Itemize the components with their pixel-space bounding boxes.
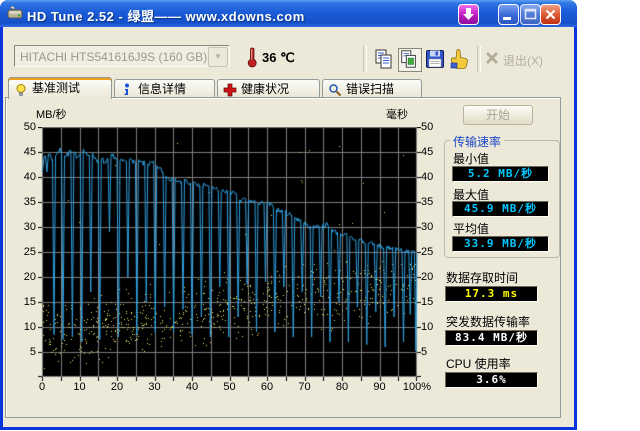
axis-tick-label: 60 <box>260 381 274 393</box>
axis-tick-label: 40 <box>23 171 36 183</box>
health-cross-icon <box>223 83 237 97</box>
minimize-button[interactable] <box>498 4 519 25</box>
tab-error-scan[interactable]: 错误扫描 <box>322 79 422 98</box>
axis-tick-label: 30 <box>23 221 36 233</box>
title-bar[interactable]: HD Tune 2.52 - 绿盟—— www.xdowns.com <box>0 0 577 27</box>
copy-text-button[interactable] <box>373 48 395 70</box>
axis-tick-label: 30 <box>148 381 161 393</box>
copy-icon <box>375 49 392 69</box>
min-value-display: 5.2 MB/秒 <box>452 166 549 182</box>
hdtune-window: HD Tune 2.52 - 绿盟—— www.xdowns.com HITAC… <box>0 0 577 430</box>
max-value-display: 45.9 MB/秒 <box>452 201 549 217</box>
window-title: HD Tune 2.52 - 绿盟—— www.xdowns.com <box>27 9 305 24</box>
right-axis-title: 毫秒 <box>386 109 408 121</box>
axis-tick-label: 70 <box>298 381 311 393</box>
axis-tick-label: 25 <box>23 246 36 258</box>
axis-tick-label: 0 <box>38 381 46 393</box>
minimize-icon <box>503 17 511 20</box>
axis-tick-label: 90 <box>373 381 386 393</box>
axis-tick-label: 20 <box>23 271 36 283</box>
options-button[interactable] <box>449 48 471 70</box>
cpu-usage-display: 3.6% <box>445 372 538 388</box>
axis-tick-label: 100% <box>402 381 432 393</box>
exit-button[interactable] <box>485 51 501 67</box>
avg-value-display: 33.9 MB/秒 <box>452 236 549 252</box>
benchmark-chart-canvas <box>38 127 421 381</box>
axis-tick-label: 10 <box>73 381 86 393</box>
axis-tick-label: 15 <box>23 296 36 308</box>
temperature-value: 36 ℃ <box>262 50 295 65</box>
maximize-button[interactable] <box>520 4 541 25</box>
toolbar-separator <box>477 46 481 72</box>
options-icon <box>450 49 468 69</box>
axis-tick-label: 20 <box>110 381 124 393</box>
tab-label: 健康状况 <box>241 82 290 96</box>
axis-tick-label: 50 <box>421 121 434 133</box>
exit-button-label[interactable]: 退出(X) <box>503 52 543 69</box>
download-button[interactable] <box>458 4 479 25</box>
axis-tick-label: 80 <box>335 381 349 393</box>
tab-health[interactable]: 健康状况 <box>217 79 320 98</box>
axis-tick-label: 45 <box>23 146 36 158</box>
min-label: 最小值 <box>453 152 490 166</box>
axis-tick-label: 35 <box>23 196 36 208</box>
exit-x-icon <box>485 51 499 65</box>
axis-tick-label: 10 <box>23 321 36 333</box>
download-arrow-icon <box>463 8 474 20</box>
magnifier-icon <box>329 84 342 97</box>
lightbulb-icon <box>16 84 26 96</box>
axis-tick-label: 40 <box>185 381 199 393</box>
info-icon <box>124 83 129 95</box>
app-icon <box>7 5 23 19</box>
copy-screenshot-icon <box>401 50 416 68</box>
access-time-label: 数据存取时间 <box>446 271 519 285</box>
thermometer-icon <box>247 47 257 68</box>
left-axis-title: MB/秒 <box>36 109 67 121</box>
chevron-down-icon[interactable]: ▼ <box>208 47 228 67</box>
close-button[interactable] <box>540 4 561 25</box>
transfer-rate-group-title: 传输速率 <box>450 133 505 150</box>
save-screenshot-button[interactable] <box>424 48 446 70</box>
axis-tick-label: 50 <box>23 121 36 133</box>
drive-select[interactable]: HITACHI HTS541616J9S (160 GB) ▼ <box>14 45 230 67</box>
access-time-display: 17.3 ms <box>445 286 538 302</box>
burst-rate-display: 83.4 MB/秒 <box>445 330 538 346</box>
tab-benchmark[interactable]: 基准测试 <box>8 77 112 99</box>
axis-tick-label: 50 <box>223 381 236 393</box>
burst-rate-label: 突发数据传输率 <box>446 315 531 329</box>
avg-label: 平均值 <box>453 222 490 236</box>
close-icon <box>545 9 556 20</box>
save-icon <box>426 50 444 68</box>
cpu-usage-label: CPU 使用率 <box>446 357 511 371</box>
desktop: { "window": { "title": "HD Tune 2.52 - 绿… <box>0 0 640 431</box>
axis-tick-label: 5 <box>29 346 36 358</box>
drive-select-value: HITACHI HTS541616J9S (160 GB) <box>20 50 208 64</box>
tab-label: 错误扫描 <box>346 82 395 96</box>
maximize-icon <box>524 8 537 20</box>
start-button[interactable]: 开始 <box>463 105 533 125</box>
copy-screenshot-button[interactable] <box>398 48 422 72</box>
tab-label: 信息详情 <box>138 82 187 96</box>
tab-label: 基准测试 <box>32 81 81 95</box>
tab-info[interactable]: 信息详情 <box>114 79 215 98</box>
toolbar-separator <box>363 46 367 72</box>
